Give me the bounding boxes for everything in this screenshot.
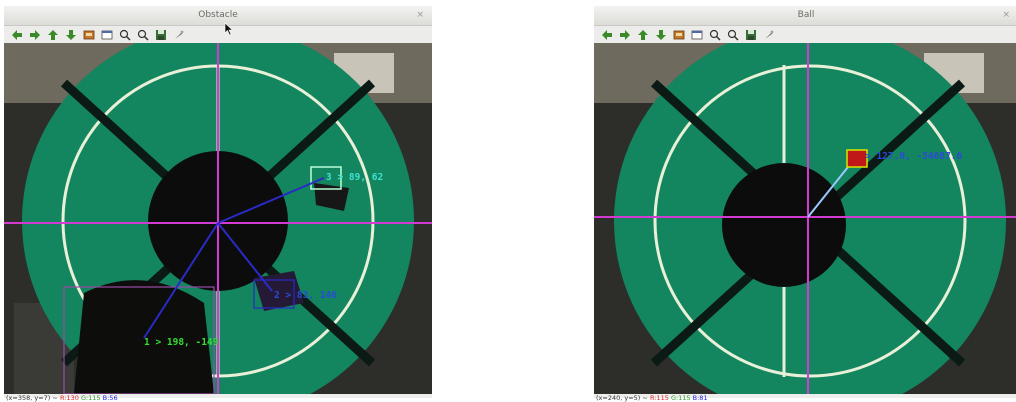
arrow-left-icon[interactable]	[10, 28, 23, 41]
zoom-out-icon[interactable]	[136, 28, 149, 41]
window-title: Obstacle	[198, 10, 238, 20]
robot-body	[722, 163, 846, 287]
obstacle-1-label: 1 > 198, -149	[144, 337, 219, 348]
arrow-right-icon[interactable]	[618, 28, 631, 41]
camera-view[interactable]: 3 > 89, 62 2 > 83, 146 1 > 198, -149	[4, 43, 432, 394]
properties-icon[interactable]	[100, 28, 113, 41]
arrow-left-icon[interactable]	[600, 28, 613, 41]
obstacle-window: Obstacle × 3 > 89, 62 2 > 83, 146 1 > 19…	[4, 6, 432, 402]
arrow-up-icon[interactable]	[46, 28, 59, 41]
zoom-in-icon[interactable]	[708, 28, 721, 41]
zoom-out-icon[interactable]	[726, 28, 739, 41]
camera-frame	[594, 43, 1016, 394]
settings-icon[interactable]	[172, 28, 185, 41]
toolbar	[4, 26, 432, 43]
save-icon[interactable]	[744, 28, 757, 41]
mouse-cursor-icon	[224, 22, 234, 36]
obstacle-2-label: 2 > 83, 146	[274, 290, 337, 301]
ball-box	[846, 149, 868, 168]
title-bar[interactable]: Obstacle ×	[4, 6, 432, 26]
ball-window: Ball × > 127.0, -54687.6 (x=240, y=5) ~ …	[594, 6, 1016, 402]
arrow-right-icon[interactable]	[28, 28, 41, 41]
close-icon[interactable]: ×	[1002, 6, 1010, 25]
close-icon[interactable]: ×	[416, 6, 424, 25]
save-image-icon[interactable]	[672, 28, 685, 41]
obstacle-3-label: 3 > 89, 62	[326, 172, 384, 183]
arrow-down-icon[interactable]	[64, 28, 77, 41]
save-icon[interactable]	[154, 28, 167, 41]
title-bar[interactable]: Ball ×	[594, 6, 1016, 26]
save-image-icon[interactable]	[82, 28, 95, 41]
toolbar	[594, 26, 1016, 43]
settings-icon[interactable]	[762, 28, 775, 41]
ball-label: > 127.0, -54687.6	[865, 151, 963, 162]
camera-view[interactable]: > 127.0, -54687.6	[594, 43, 1016, 394]
window-title: Ball	[797, 10, 815, 20]
zoom-in-icon[interactable]	[118, 28, 131, 41]
arrow-up-icon[interactable]	[636, 28, 649, 41]
properties-icon[interactable]	[690, 28, 703, 41]
arrow-down-icon[interactable]	[654, 28, 667, 41]
